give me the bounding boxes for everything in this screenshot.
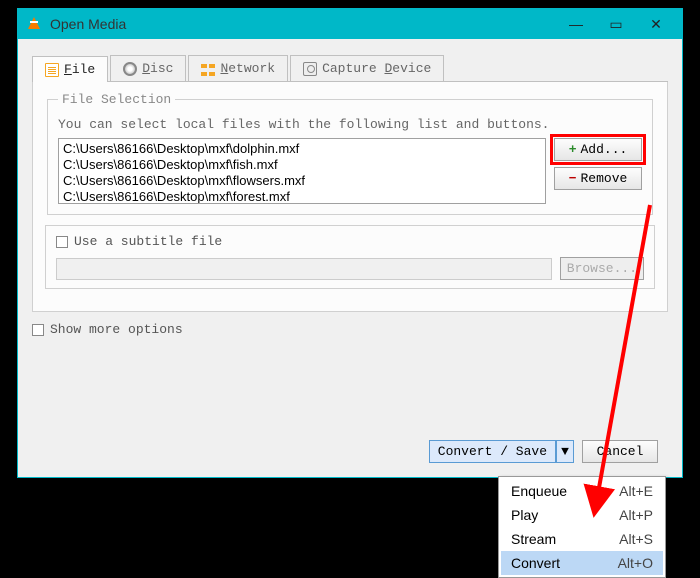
- convert-save-splitbutton[interactable]: Convert / Save ▼: [429, 440, 574, 463]
- convert-save-label: Convert / Save: [438, 444, 547, 459]
- file-selection-legend: File Selection: [58, 92, 175, 107]
- minus-icon: −: [569, 171, 577, 186]
- menu-label: Play: [511, 507, 619, 523]
- file-list-buttons: + Add... − Remove: [554, 138, 642, 204]
- add-button-label: Add...: [581, 142, 628, 157]
- file-icon: [45, 63, 59, 77]
- file-selection-hint: You can select local files with the foll…: [58, 117, 642, 132]
- open-media-window: Open Media — ▭ ✕ File Disc Network Captu…: [17, 8, 683, 478]
- chevron-down-icon: ▼: [561, 444, 569, 459]
- convert-save-button[interactable]: Convert / Save: [429, 440, 556, 463]
- vlc-cone-icon: [26, 16, 42, 32]
- tab-label: isc: [150, 61, 173, 76]
- subtitle-checkbox[interactable]: [56, 236, 68, 248]
- minimize-button[interactable]: —: [556, 9, 596, 39]
- convert-save-menu: Enqueue Alt+E Play Alt+P Stream Alt+S Co…: [498, 476, 666, 578]
- menu-shortcut: Alt+P: [619, 507, 653, 523]
- plus-icon: +: [569, 142, 577, 157]
- titlebar: Open Media — ▭ ✕: [18, 9, 682, 39]
- list-item[interactable]: C:\Users\86166\Desktop\mxf\forest.mxf: [63, 189, 541, 204]
- file-list[interactable]: C:\Users\86166\Desktop\mxf\dolphin.mxf C…: [58, 138, 546, 204]
- menu-shortcut: Alt+O: [618, 555, 653, 571]
- remove-button[interactable]: − Remove: [554, 167, 642, 190]
- menu-shortcut: Alt+E: [619, 483, 653, 499]
- disc-icon: [123, 62, 137, 76]
- menu-item-stream[interactable]: Stream Alt+S: [501, 527, 663, 551]
- tab-label: etwork: [228, 61, 275, 76]
- menu-item-convert[interactable]: Convert Alt+O: [501, 551, 663, 575]
- add-button[interactable]: + Add...: [554, 138, 642, 161]
- menu-item-enqueue[interactable]: Enqueue Alt+E: [501, 479, 663, 503]
- content-area: File Disc Network Capture Device File Se…: [18, 39, 682, 351]
- cancel-button[interactable]: Cancel: [582, 440, 658, 463]
- maximize-button[interactable]: ▭: [596, 9, 636, 39]
- tab-network[interactable]: Network: [188, 55, 288, 81]
- tabs: File Disc Network Capture Device: [32, 55, 668, 82]
- show-more-row: Show more options: [32, 322, 668, 337]
- tab-disc[interactable]: Disc: [110, 55, 186, 81]
- show-more-label: Show more options: [50, 322, 183, 337]
- close-button[interactable]: ✕: [636, 9, 676, 39]
- browse-button: Browse...: [560, 257, 644, 280]
- tab-label: Capture: [322, 61, 384, 76]
- subtitle-path-input: [56, 258, 552, 280]
- menu-label: Enqueue: [511, 483, 619, 499]
- subtitle-label: Use a subtitle file: [74, 234, 222, 249]
- subtitle-area: Use a subtitle file Browse...: [45, 225, 655, 289]
- tab-file[interactable]: File: [32, 56, 108, 82]
- camera-icon: [303, 62, 317, 76]
- network-icon: [201, 62, 215, 76]
- menu-label: Stream: [511, 531, 619, 547]
- menu-label: Convert: [511, 555, 618, 571]
- tab-capture-device[interactable]: Capture Device: [290, 55, 444, 81]
- window-title: Open Media: [50, 16, 556, 32]
- list-item[interactable]: C:\Users\86166\Desktop\mxf\flowsers.mxf: [63, 173, 541, 189]
- tab-label: ile: [72, 62, 95, 77]
- convert-save-dropdown[interactable]: ▼: [556, 440, 574, 463]
- list-item[interactable]: C:\Users\86166\Desktop\mxf\dolphin.mxf: [63, 141, 541, 157]
- file-selection-fieldset: File Selection You can select local file…: [47, 92, 653, 215]
- remove-button-label: Remove: [581, 171, 628, 186]
- dialog-footer: Convert / Save ▼ Cancel: [429, 440, 658, 463]
- list-item[interactable]: C:\Users\86166\Desktop\mxf\fish.mxf: [63, 157, 541, 173]
- menu-item-play[interactable]: Play Alt+P: [501, 503, 663, 527]
- menu-shortcut: Alt+S: [619, 531, 653, 547]
- show-more-checkbox[interactable]: [32, 324, 44, 336]
- tab-panel-file: File Selection You can select local file…: [32, 82, 668, 312]
